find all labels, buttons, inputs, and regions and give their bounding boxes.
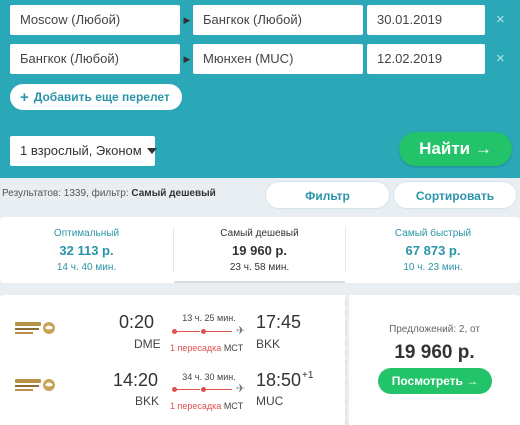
tab-price: 19 960 р. — [232, 243, 287, 258]
active-filter-name: Самый дешевый — [131, 188, 216, 199]
clear-leg-1-icon[interactable]: × — [496, 12, 505, 27]
arrival-time: 17:45 — [256, 312, 302, 332]
transfer-info: 1 пересадка MCT — [170, 343, 243, 353]
sort-tabs: Оптимальный 32 113 р. 14 ч. 40 мин. Самы… — [0, 217, 520, 283]
next-day-marker: +1 — [302, 370, 314, 381]
filter-button[interactable]: Фильтр — [265, 181, 390, 209]
route-line — [176, 389, 200, 390]
caret-down-icon — [146, 148, 157, 154]
airline-logo — [15, 379, 55, 391]
destination-field-2[interactable]: Мюнхен (MUC) — [193, 44, 363, 74]
tab-duration: 23 ч. 58 мин. — [229, 262, 290, 273]
transfer-airport: MCT — [223, 401, 244, 411]
ticket-price-panel: Предложений: 2, от 19 960 р. Посмотреть … — [349, 295, 520, 425]
tab-duration: 10 ч. 23 мин. — [403, 262, 463, 273]
passengers-select[interactable]: 1 взрослый, Эконом — [10, 136, 157, 166]
departure-time: 0:20 — [119, 312, 155, 332]
results-count: Результатов: 1339, фильтр: — [2, 188, 129, 199]
transfer-info: 1 пересадка MCT — [170, 401, 243, 411]
sort-button[interactable]: Сортировать — [393, 181, 517, 209]
plane-icon: ✈ — [236, 325, 246, 337]
tab-title: Оптимальный — [53, 228, 120, 239]
clear-leg-2-icon[interactable]: × — [496, 51, 505, 66]
tab-price: 32 113 р. — [59, 243, 114, 258]
plus-icon: + — [20, 89, 29, 106]
flight-duration: 13 ч. 25 мин. — [182, 313, 236, 323]
plane-icon: ✈ — [236, 383, 246, 395]
transfer-airport: MCT — [223, 343, 244, 353]
offers-count: Предложений: 2, от — [389, 324, 480, 335]
add-flight-label: Добавить еще перелет — [33, 90, 170, 104]
route-line — [176, 331, 200, 332]
route-line — [206, 389, 232, 390]
departure-time: 14:20 — [113, 370, 159, 390]
origin-field-1[interactable]: Moscow (Любой) — [10, 5, 180, 35]
ticket-card[interactable]: 0:20 DME 13 ч. 25 мин. ✈ 1 пересадка MCT… — [0, 295, 345, 425]
stops-count: 1 пересадка — [170, 343, 222, 353]
tab-cheapest[interactable]: Самый дешевый 19 960 р. 23 ч. 58 мин. — [174, 217, 345, 283]
airline-logo — [15, 322, 55, 334]
tab-duration: 14 ч. 40 мин. — [56, 262, 117, 273]
departure-airport: BKK — [135, 394, 160, 408]
arrival-airport: MUC — [256, 394, 284, 408]
view-offer-button[interactable]: Посмотреть → — [378, 368, 492, 394]
results-info: Результатов: 1339, фильтр: Самый дешевый — [2, 188, 216, 199]
tab-price: 67 873 р. — [405, 243, 461, 258]
origin-field-2[interactable]: Бангкок (Любой) — [10, 44, 180, 74]
tab-optimal[interactable]: Оптимальный 32 113 р. 14 ч. 40 мин. — [0, 217, 173, 283]
date-field-2[interactable]: 12.02.2019 — [367, 44, 485, 74]
destination-field-1[interactable]: Бангкок (Любой) — [193, 5, 363, 35]
arrival-airport: BKK — [256, 337, 281, 351]
date-field-1[interactable]: 30.01.2019 — [367, 5, 485, 35]
tab-fastest[interactable]: Самый быстрый 67 873 р. 10 ч. 23 мин. — [346, 217, 520, 283]
search-panel: Moscow (Любой) ▶ Бангкок (Любой) 30.01.2… — [0, 0, 520, 178]
add-flight-button[interactable]: + Добавить еще перелет — [10, 84, 182, 110]
tab-title: Самый быстрый — [394, 228, 472, 239]
arrival-time: 18:50+1 — [256, 370, 313, 391]
find-button[interactable]: Найти → — [399, 132, 512, 166]
ticket-price: 19 960 р. — [394, 342, 475, 363]
leg-separator-icon: ▶ — [183, 53, 191, 64]
tab-title: Самый дешевый — [220, 228, 299, 239]
stops-count: 1 пересадка — [170, 401, 222, 411]
leg-separator-icon: ▶ — [183, 14, 191, 25]
arrival-time-value: 18:50 — [256, 370, 302, 390]
departure-airport: DME — [134, 337, 161, 351]
passengers-label: 1 взрослый, Эконом — [20, 143, 142, 158]
flight-duration: 34 ч. 30 мин. — [182, 372, 236, 382]
route-line — [206, 331, 232, 332]
